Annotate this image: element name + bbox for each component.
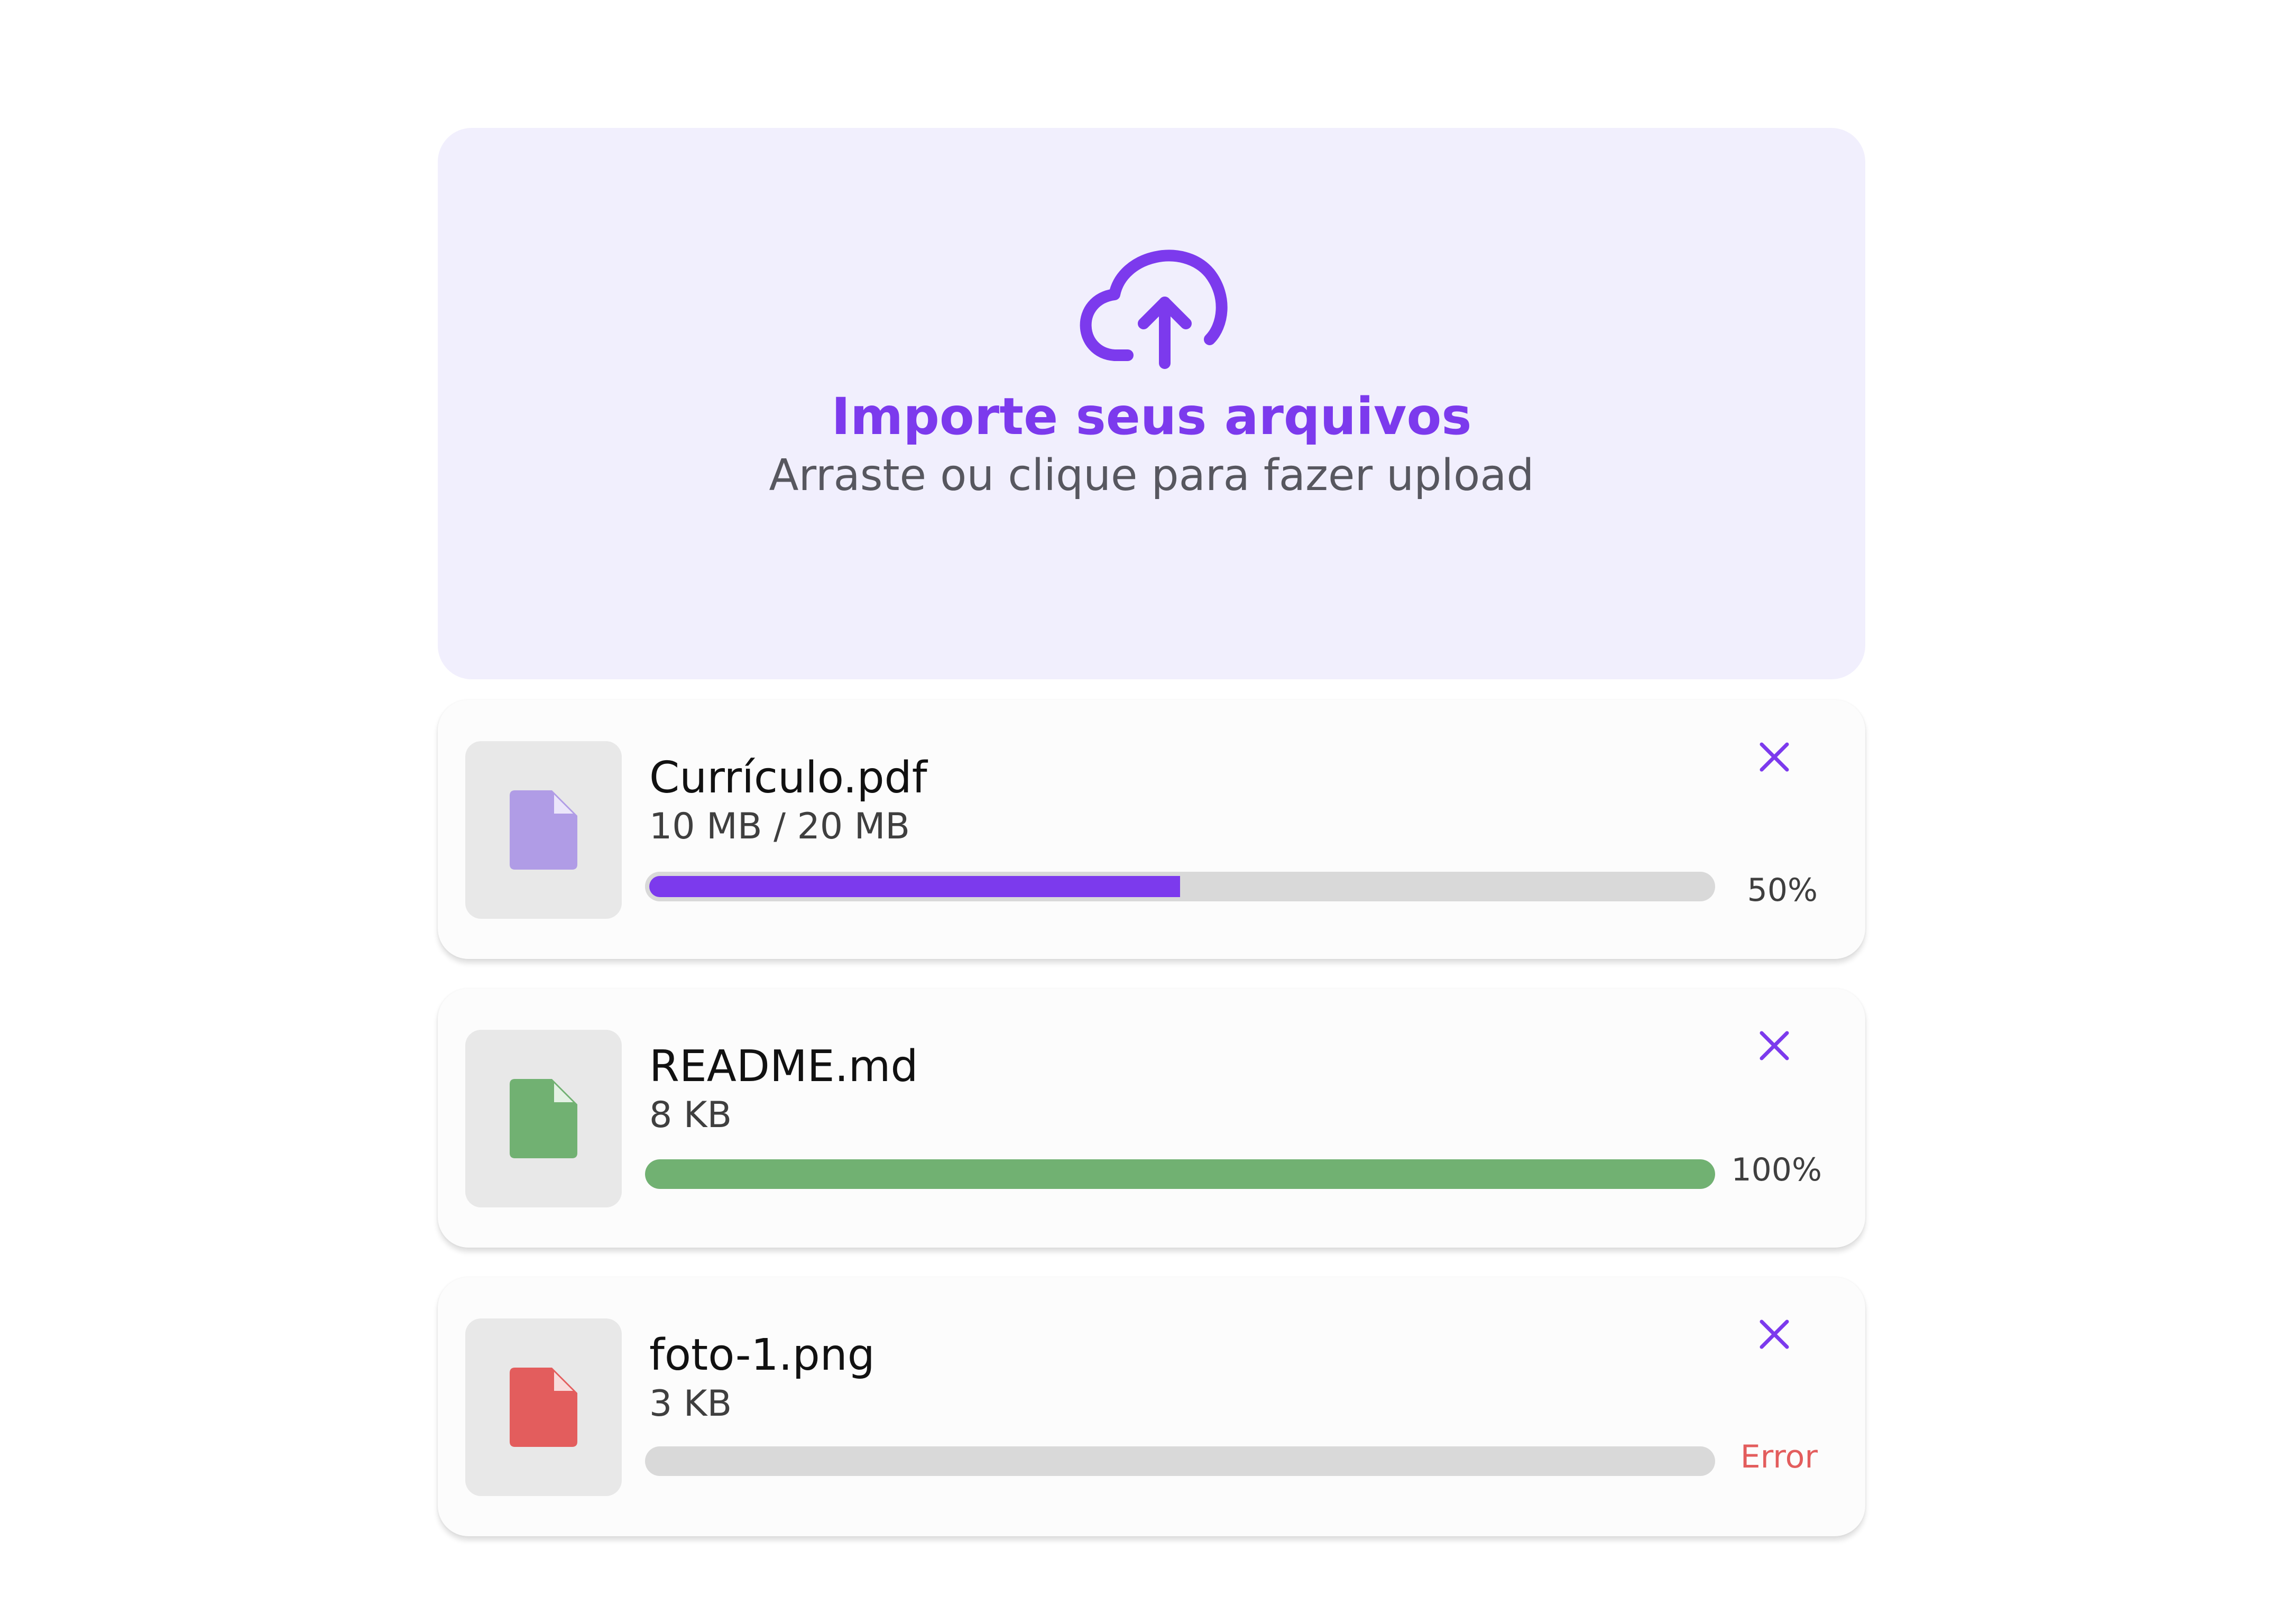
file-thumbnail — [465, 1030, 622, 1207]
file-thumbnail — [465, 1318, 622, 1496]
document-icon — [510, 790, 577, 870]
file-item: Currículo.pdf 10 MB / 20 MB 50% — [438, 700, 1865, 959]
progress-percentage: 50% — [1747, 872, 1818, 909]
file-item: README.md 8 KB 100% — [438, 989, 1865, 1248]
close-icon[interactable] — [1753, 736, 1795, 778]
progress-percentage: 100% — [1731, 1151, 1822, 1188]
file-item: foto-1.png 3 KB Error — [438, 1277, 1865, 1536]
progress-bar — [645, 872, 1715, 901]
file-name: README.md — [649, 1041, 918, 1092]
upload-dropzone[interactable]: Importe seus arquivos Arraste ou clique … — [438, 128, 1865, 679]
close-icon[interactable] — [1753, 1025, 1795, 1067]
progress-fill — [645, 1159, 1715, 1189]
file-upload-panel: Importe seus arquivos Arraste ou clique … — [438, 128, 1865, 1536]
cloud-upload-icon — [1080, 250, 1228, 369]
progress-bar — [645, 1159, 1715, 1189]
document-icon — [510, 1079, 577, 1158]
dropzone-title: Importe seus arquivos — [831, 387, 1472, 446]
progress-bar — [645, 1446, 1715, 1476]
file-name: foto-1.png — [649, 1330, 875, 1380]
file-size: 10 MB / 20 MB — [649, 806, 910, 847]
document-icon — [510, 1368, 577, 1447]
file-name: Currículo.pdf — [649, 753, 927, 803]
close-icon[interactable] — [1753, 1313, 1795, 1355]
upload-error-status: Error — [1740, 1438, 1818, 1475]
progress-fill — [645, 872, 1180, 901]
file-thumbnail — [465, 741, 622, 919]
dropzone-subtitle: Arraste ou clique para fazer upload — [769, 450, 1534, 501]
file-size: 3 KB — [649, 1383, 732, 1425]
file-size: 8 KB — [649, 1094, 732, 1136]
